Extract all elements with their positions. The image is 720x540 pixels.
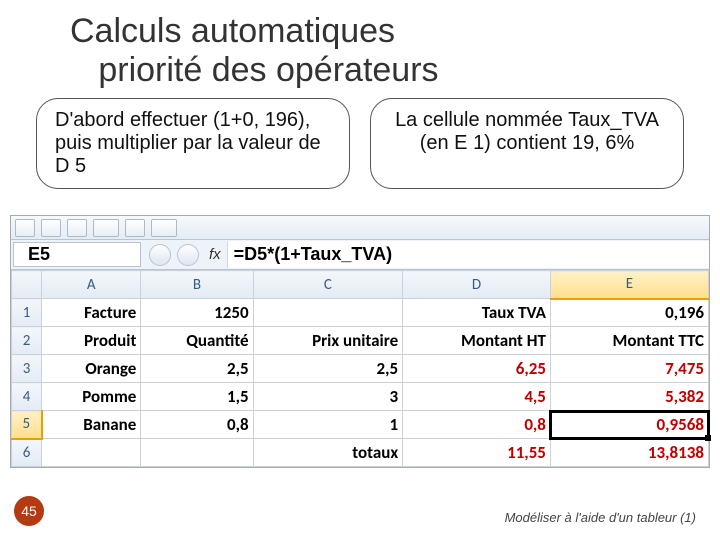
cell[interactable]: 1250: [141, 299, 253, 327]
cell[interactable]: Banane: [42, 411, 141, 439]
cell[interactable]: Prix unitaire: [253, 327, 403, 355]
cell[interactable]: 1: [253, 411, 403, 439]
name-box[interactable]: E5: [13, 242, 141, 267]
cell[interactable]: Orange: [42, 355, 141, 383]
cell[interactable]: Pomme: [42, 383, 141, 411]
cell[interactable]: Montant HT: [403, 327, 551, 355]
toolbar-button[interactable]: [93, 219, 119, 237]
cell[interactable]: 6,25: [403, 355, 551, 383]
excel-toolbar: [11, 216, 709, 240]
cell[interactable]: 3: [253, 383, 403, 411]
callout-left: D'abord effectuer (1+0, 196), puis multi…: [36, 98, 350, 189]
enter-icon[interactable]: [177, 244, 199, 266]
fx-area: fx =D5*(1+Taux_TVA): [141, 240, 709, 269]
cell[interactable]: 7,475: [550, 355, 708, 383]
cell[interactable]: 2,5: [253, 355, 403, 383]
cell[interactable]: [42, 439, 141, 467]
cell[interactable]: 4,5: [403, 383, 551, 411]
select-all-corner[interactable]: [12, 271, 42, 299]
cell[interactable]: 5,382: [550, 383, 708, 411]
cell[interactable]: 11,55: [403, 439, 551, 467]
cell[interactable]: 0,196: [550, 299, 708, 327]
toolbar-button[interactable]: [41, 219, 61, 237]
fx-icon[interactable]: fx: [209, 246, 221, 263]
row-header[interactable]: 1: [12, 299, 42, 327]
excel-screenshot: E5 fx =D5*(1+Taux_TVA) A B C D E 1Factur…: [10, 215, 710, 468]
cell[interactable]: totaux: [253, 439, 403, 467]
cell[interactable]: Taux TVA: [403, 299, 551, 327]
cancel-icon[interactable]: [149, 244, 171, 266]
row-header[interactable]: 5: [12, 411, 42, 439]
slide-number-badge: 45: [14, 496, 44, 526]
cell[interactable]: 0,9568: [550, 411, 708, 439]
row-header[interactable]: 3: [12, 355, 42, 383]
col-header[interactable]: D: [403, 271, 551, 299]
col-header[interactable]: E: [550, 271, 708, 299]
cell[interactable]: Montant TTC: [550, 327, 708, 355]
callout-right: La cellule nommée Taux_TVA (en E 1) cont…: [370, 98, 684, 189]
cell[interactable]: [141, 439, 253, 467]
cell[interactable]: Produit: [42, 327, 141, 355]
cell[interactable]: 13,8138: [550, 439, 708, 467]
toolbar-button[interactable]: [67, 219, 87, 237]
cell[interactable]: 1,5: [141, 383, 253, 411]
callout-left-text: D'abord effectuer (1+0, 196), puis multi…: [55, 109, 321, 177]
row-header[interactable]: 2: [12, 327, 42, 355]
title-line-2: priorité des opérateurs: [98, 51, 438, 89]
cell[interactable]: 0,8: [141, 411, 253, 439]
toolbar-button[interactable]: [125, 219, 145, 237]
cell[interactable]: [253, 299, 403, 327]
callout-right-text: La cellule nommée Taux_TVA (en E 1) cont…: [395, 109, 659, 154]
slide-title: Calculs automatiques priorité des opérat…: [0, 0, 720, 90]
col-header[interactable]: A: [42, 271, 141, 299]
formula-input[interactable]: =D5*(1+Taux_TVA): [227, 241, 709, 268]
col-header[interactable]: C: [253, 271, 403, 299]
formula-bar: E5 fx =D5*(1+Taux_TVA): [11, 240, 709, 270]
toolbar-button[interactable]: [15, 219, 35, 237]
cell[interactable]: Facture: [42, 299, 141, 327]
footer-note: Modéliser à l'aide d'un tableur (1): [505, 510, 696, 526]
row-header[interactable]: 6: [12, 439, 42, 467]
cell[interactable]: 2,5: [141, 355, 253, 383]
toolbar-button[interactable]: [151, 219, 177, 237]
row-header[interactable]: 4: [12, 383, 42, 411]
title-line-1: Calculs automatiques: [70, 12, 395, 50]
col-header[interactable]: B: [141, 271, 253, 299]
cell[interactable]: 0,8: [403, 411, 551, 439]
spreadsheet-grid[interactable]: A B C D E 1Facture1250Taux TVA0,1962Prod…: [11, 270, 709, 467]
cell[interactable]: Quantité: [141, 327, 253, 355]
